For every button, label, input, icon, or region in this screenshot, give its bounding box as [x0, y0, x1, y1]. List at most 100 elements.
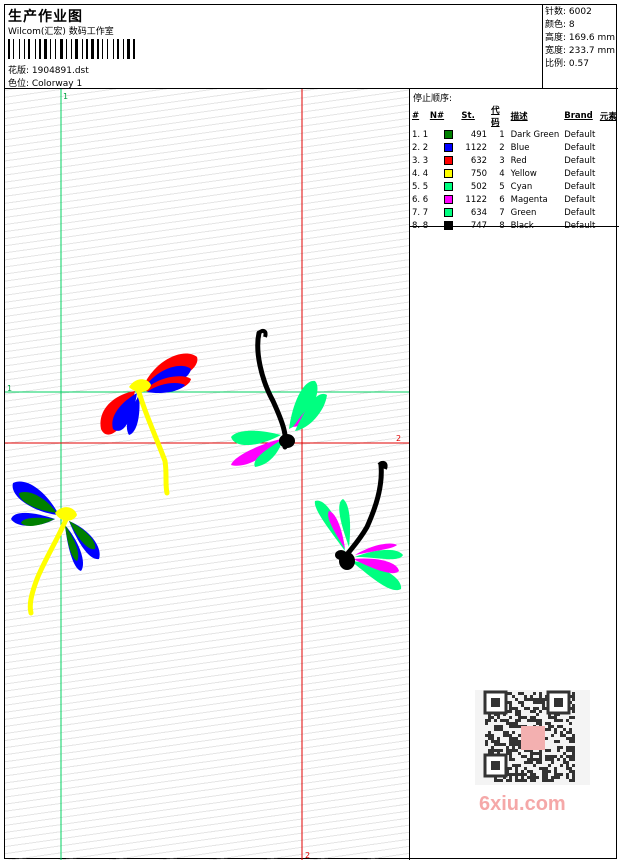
row-needle [430, 193, 444, 206]
table-row: 8. 8 747 8 Black Default [412, 219, 619, 232]
row-code: 4 [499, 168, 505, 179]
row-index: 8. 8 [412, 220, 429, 231]
studio-subtitle: Wilcom(汇宏) 数码工作室 [8, 27, 114, 37]
row-element [600, 180, 619, 193]
watermark-text: 6xiu.com [479, 793, 566, 815]
dragonfly-green-magenta-center [231, 328, 327, 467]
row-index: 6. 6 [412, 194, 429, 205]
color-swatch [444, 181, 454, 191]
color-swatch-cell [444, 219, 461, 232]
color-swatch [444, 129, 454, 139]
color-count: 颜色: 8 [545, 20, 575, 30]
design-width: 宽度: 233.7 mm [545, 46, 616, 56]
color-swatch [444, 155, 454, 165]
row-stitches: 1122 [465, 142, 488, 153]
color-swatch-cell [444, 154, 461, 167]
row-index: 5. 5 [412, 181, 429, 192]
row-description: Yellow [510, 168, 537, 179]
row-brand: Default [564, 155, 596, 166]
green-guide-top-label: 1 [63, 92, 68, 101]
table-row: 7. 7 634 7 Green Default [412, 206, 619, 219]
row-brand: Default [564, 220, 596, 231]
table-row: 3. 3 632 3 Red Default [412, 154, 619, 167]
color-swatch-cell [444, 206, 461, 219]
row-stitches: 634 [470, 207, 488, 218]
row-stitches: 502 [470, 181, 488, 192]
dragonfly-green-blue-left [11, 481, 100, 616]
design-info-box: 针数: 6002 颜色: 8 高度: 169.6 mm 宽度: 233.7 mm… [542, 5, 618, 89]
row-description: Red [510, 155, 527, 166]
row-code: 6 [499, 194, 505, 205]
row-brand: Default [564, 168, 596, 179]
color-swatch-cell [444, 193, 461, 206]
color-swatch-cell [444, 167, 461, 180]
row-code: 7 [499, 207, 505, 218]
row-stitches: 747 [470, 220, 488, 231]
row-description: Cyan [510, 181, 533, 192]
row-element [600, 219, 619, 232]
dragonfly-red-blue [100, 353, 198, 496]
color-swatch [444, 220, 454, 230]
col-header-stitches: St. [461, 111, 475, 121]
row-index: 1. 1 [412, 129, 429, 140]
color-swatch [444, 142, 454, 152]
row-needle [430, 219, 444, 232]
row-description: Blue [510, 142, 530, 153]
row-code: 1 [499, 129, 505, 140]
table-row: 1. 1 491 1 Dark Green Default [412, 128, 619, 141]
design-preview: 1 1 2 2 [5, 89, 409, 860]
row-needle [430, 154, 444, 167]
row-element [600, 154, 619, 167]
row-index: 3. 3 [412, 155, 429, 166]
design-canvas[interactable]: 1 1 2 2 [5, 89, 409, 860]
color-swatch [444, 194, 454, 204]
col-header-needle: N# [429, 111, 445, 121]
stitch-count: 针数: 6002 [545, 7, 592, 17]
row-index: 7. 7 [412, 207, 429, 218]
row-needle [430, 206, 444, 219]
color-swatch-cell [444, 128, 461, 141]
red-guide-bottom-label: 2 [305, 851, 310, 860]
col-header-element: 元素 [599, 112, 617, 122]
row-element [600, 167, 619, 180]
stop-sequence-rows: 1. 1 491 1 Dark Green Default 2. 2 1122 2 Blue De… [412, 128, 619, 232]
row-description: Black [510, 220, 534, 231]
header: 生产作业图 Wilcom(汇宏) 数码工作室 花版: 1904891.dst 色… [5, 5, 542, 89]
row-brand: Default [564, 129, 596, 140]
page-title: 生产作业图 [8, 9, 83, 25]
row-brand: Default [564, 142, 596, 153]
qr-code-icon [475, 690, 590, 785]
row-code: 5 [499, 181, 505, 192]
row-brand: Default [564, 181, 596, 192]
row-stitches: 632 [470, 155, 488, 166]
row-needle [430, 128, 444, 141]
colorway-label: 色位: Colorway 1 [8, 79, 83, 89]
table-row: 6. 6 1122 6 Magenta Default [412, 193, 619, 206]
design-height: 高度: 169.6 mm [545, 33, 616, 43]
row-stitches: 1122 [465, 194, 488, 205]
color-swatch [444, 168, 454, 178]
col-header-code: 代码 [491, 106, 500, 128]
row-element [600, 141, 619, 154]
col-header-description: 描述 [510, 112, 528, 122]
row-needle [430, 180, 444, 193]
row-description: Magenta [510, 194, 548, 205]
col-header-index: # [412, 111, 420, 121]
table-row: 4. 4 750 4 Yellow Default [412, 167, 619, 180]
row-index: 2. 2 [412, 142, 429, 153]
table-row: 5. 5 502 5 Cyan Default [412, 180, 619, 193]
row-stitches: 750 [470, 168, 488, 179]
row-description: Dark Green [510, 129, 560, 140]
green-guide-left-label: 1 [7, 384, 12, 393]
row-index: 4. 4 [412, 168, 429, 179]
stop-sequence-box: 停止顺序: # N# St. 代码 描述 Brand 元素 1. 1 491 1 Da… [410, 89, 619, 231]
row-element [600, 193, 619, 206]
row-needle [430, 141, 444, 154]
color-swatch [444, 207, 454, 217]
row-needle [430, 167, 444, 180]
col-header-brand: Brand [564, 111, 593, 121]
row-element [600, 128, 619, 141]
dragonfly-green-magenta-right [314, 460, 403, 591]
design-file-label: 花版: 1904891.dst [8, 66, 89, 76]
design-scale: 比例: 0.57 [545, 59, 589, 69]
